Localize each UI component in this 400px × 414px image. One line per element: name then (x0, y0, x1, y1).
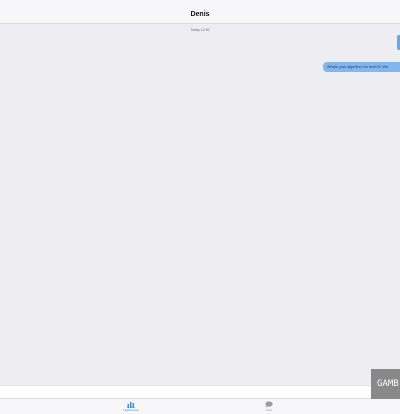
navigation-bar: Denis (0, 0, 400, 24)
message-bubble[interactable]: What's your algorithm for level 6? Wh (323, 62, 400, 72)
conversation-title: Denis (190, 11, 210, 18)
tab-bar: Highscores Chat (0, 398, 400, 414)
message-composer[interactable] (0, 385, 400, 398)
tab-highscores-label: Highscores (123, 408, 139, 412)
watermark-logo: GAMB (371, 369, 400, 399)
bar-chart-icon (127, 402, 135, 408)
tab-chat[interactable]: Chat (244, 400, 294, 414)
tab-chat-label: Chat (265, 408, 273, 412)
chat-bubble-icon (265, 401, 273, 408)
message-timestamp: Today 12:50 (190, 28, 210, 32)
tab-highscores[interactable]: Highscores (106, 400, 156, 414)
